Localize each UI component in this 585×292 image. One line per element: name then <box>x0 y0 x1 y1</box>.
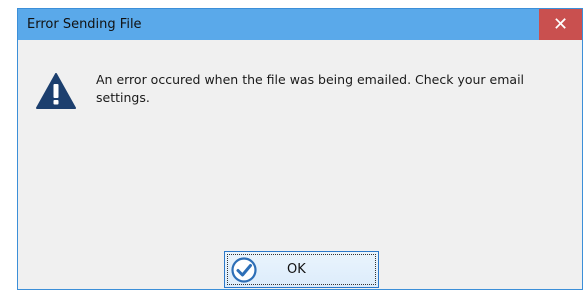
ok-button-label: OK <box>287 262 306 277</box>
close-button[interactable]: ✕ <box>539 9 582 40</box>
error-dialog: Error Sending File ✕ An error occured wh… <box>17 8 583 290</box>
close-icon: ✕ <box>552 14 569 35</box>
checkmark-circle-icon <box>231 257 257 283</box>
warning-icon <box>36 73 76 109</box>
ok-button[interactable]: OK <box>224 251 379 288</box>
dialog-title: Error Sending File <box>27 17 142 32</box>
title-bar[interactable]: Error Sending File ✕ <box>18 9 582 40</box>
error-message: An error occured when the file was being… <box>96 72 525 105</box>
dialog-body: An error occured when the file was being… <box>18 40 582 289</box>
